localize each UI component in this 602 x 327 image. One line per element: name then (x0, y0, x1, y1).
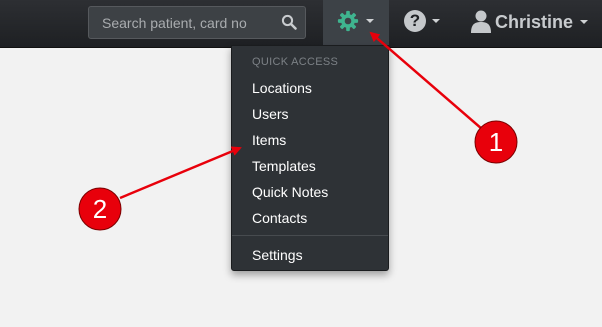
menu-item-items[interactable]: Items (252, 132, 286, 148)
quick-access-dropdown: QUICK ACCESS Locations Users Items Templ… (231, 45, 389, 271)
gear-icon (337, 10, 359, 32)
settings-menu-button[interactable] (323, 0, 389, 45)
chevron-down-icon (432, 19, 440, 23)
annotation-number-1: 1 (489, 127, 503, 157)
annotation-badge-1 (474, 120, 518, 164)
annotation-badge-2 (78, 187, 122, 231)
menu-item-users[interactable]: Users (252, 106, 289, 122)
top-navbar: ? Christine (0, 0, 602, 48)
menu-divider (232, 235, 388, 236)
menu-item-locations[interactable]: Locations (252, 80, 312, 96)
help-menu-button[interactable]: ? (398, 0, 446, 45)
menu-item-contacts[interactable]: Contacts (252, 210, 307, 226)
user-icon (471, 10, 491, 33)
user-menu-button[interactable]: Christine (468, 0, 602, 45)
menu-item-templates[interactable]: Templates (252, 158, 316, 174)
annotation-number-2: 2 (93, 194, 107, 224)
search-icon[interactable] (281, 14, 297, 30)
chevron-down-icon (580, 20, 588, 24)
menu-item-quick-notes[interactable]: Quick Notes (252, 184, 328, 200)
dropdown-header: QUICK ACCESS (252, 56, 339, 68)
search-box (88, 6, 306, 39)
question-icon: ? (404, 10, 426, 32)
user-name: Christine (495, 12, 574, 32)
chevron-down-icon (366, 19, 374, 23)
annotation-arrow-2 (119, 146, 242, 200)
search-input[interactable] (89, 7, 269, 38)
menu-item-settings[interactable]: Settings (252, 247, 303, 263)
